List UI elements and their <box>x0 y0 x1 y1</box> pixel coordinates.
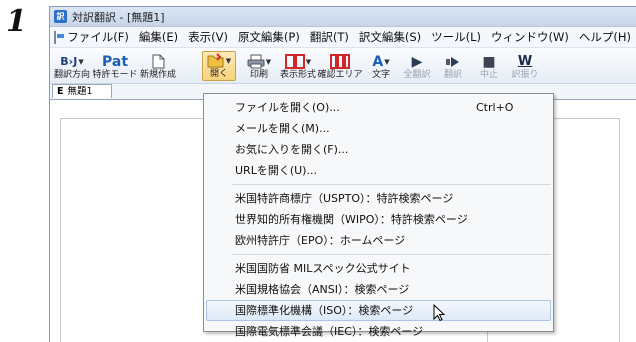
new-document-button[interactable]: 新規作成 <box>138 51 178 81</box>
menu-translate[interactable]: 翻訳(T) <box>305 29 354 45</box>
menu-item-label: お気に入りを開く(F)... <box>235 143 349 156</box>
translate-all-icon: ▶ <box>411 53 423 70</box>
document-tab-label: 無題1 <box>67 86 93 97</box>
text-font-label: 文字 <box>371 70 390 80</box>
confirm-area-button[interactable]: 確認エリア <box>317 51 363 81</box>
app-icon: 訳 <box>54 10 67 23</box>
stop-label: 中止 <box>479 70 498 80</box>
shortcut-label: Ctrl+O <box>476 101 514 114</box>
menu-item-label: ファイルを開く(O)... <box>235 101 340 114</box>
window-title: 対訳翻訳 - [無題1] <box>72 10 165 24</box>
menu-item-open-url[interactable]: URLを開く(U)... <box>204 160 553 181</box>
patent-mode-button[interactable]: Pat 特許モード <box>92 51 138 81</box>
new-document-label: 新規作成 <box>139 70 176 80</box>
menu-tools[interactable]: ツール(L) <box>426 29 486 45</box>
menu-item-label: 世界知的所有権機関（WIPO）：特許検索ページ <box>235 213 468 226</box>
translate-icon <box>445 53 461 70</box>
menu-item-label: 欧州特許庁（EPO）：ホームページ <box>235 234 406 247</box>
ruby-translation-icon: W <box>517 54 533 69</box>
translate-all-button[interactable]: ▶ 全翻訳 <box>400 51 434 81</box>
patent-mode-label: 特許モード <box>92 70 138 80</box>
stop-button[interactable]: ■ 中止 <box>474 51 504 81</box>
ruby-translation-label: 訳振り <box>511 70 539 80</box>
menu-item-mil-spec[interactable]: 米国国防省 MILスペック公式サイト <box>204 258 553 279</box>
menu-separator <box>232 184 551 185</box>
new-document-icon <box>152 53 165 70</box>
menu-target-edit[interactable]: 訳文編集(S) <box>354 29 426 45</box>
menu-view[interactable]: 表示(V) <box>183 29 233 45</box>
ruby-translation-button[interactable]: W 訳振り <box>510 51 540 81</box>
open-dropdown-menu: ファイルを開く(O)... Ctrl+O メールを開く(M)... お気に入りを… <box>203 93 554 338</box>
menu-help[interactable]: ヘルプ(H) <box>574 29 636 45</box>
menu-item-wipo[interactable]: 世界知的所有権機関（WIPO）：特許検索ページ <box>204 209 553 230</box>
menu-item-label: メールを開く(M)... <box>235 122 330 135</box>
print-button[interactable]: ▼ 印刷 <box>242 51 276 81</box>
menu-item-label: 国際標準化機構（ISO）：検索ページ <box>235 304 414 317</box>
translate-button[interactable]: 翻訳 <box>438 51 468 81</box>
text-font-button[interactable]: A ▼ 文字 <box>366 51 396 81</box>
menu-item-label: URLを開く(U)... <box>235 164 317 177</box>
open-button[interactable]: ▼ 開く <box>202 51 236 81</box>
text-font-icon: A ▼ <box>372 53 390 70</box>
document-tab[interactable]: E 無題1 <box>52 84 112 98</box>
open-folder-icon: ▼ <box>207 52 231 69</box>
patent-mode-icon: Pat <box>101 53 129 70</box>
document-menu-icon[interactable] <box>54 30 66 44</box>
menu-item-label: 米国国防省 MILスペック公式サイト <box>235 262 411 275</box>
menu-item-label: 国際電気標準会議（IEC）：検索ページ <box>235 325 424 338</box>
translation-direction-icon: B›J ▼ <box>60 55 84 68</box>
translation-direction-button[interactable]: B›J ▼ 翻訳方向 <box>52 51 92 81</box>
translate-all-label: 全翻訳 <box>403 70 431 80</box>
translation-direction-label: 翻訳方向 <box>53 70 90 80</box>
open-label: 開く <box>209 69 228 79</box>
menu-bar: ファイル(F) 編集(E) 表示(V) 原文編集(P) 翻訳(T) 訳文編集(S… <box>50 27 636 48</box>
menu-item-epo[interactable]: 欧州特許庁（EPO）：ホームページ <box>204 230 553 251</box>
confirm-area-label: 確認エリア <box>317 70 363 80</box>
menu-window[interactable]: ウィンドウ(W) <box>486 29 574 45</box>
step-number: 1 <box>6 4 27 39</box>
menu-item-label: 米国規格協会（ANSI）：検索ページ <box>235 283 410 296</box>
display-format-button[interactable]: ▼ 表示形式 <box>278 51 318 81</box>
menu-item-label: 米国特許商標庁（USPTO）：特許検索ページ <box>235 192 454 205</box>
printer-icon: ▼ <box>247 53 271 70</box>
menu-item-iso[interactable]: 国際標準化機構（ISO）：検索ページ <box>206 300 551 322</box>
confirm-area-icon <box>330 53 350 70</box>
menu-separator <box>232 254 551 255</box>
menu-source-edit[interactable]: 原文編集(P) <box>233 29 305 45</box>
menu-item-open-mail[interactable]: メールを開く(M)... <box>204 118 553 139</box>
stop-icon: ■ <box>482 53 496 70</box>
menu-item-open-favorites[interactable]: お気に入りを開く(F)... <box>204 139 553 160</box>
mouse-cursor-icon <box>433 304 445 322</box>
document-tab-prefix: E <box>57 86 64 97</box>
menu-file[interactable]: ファイル(F) <box>62 29 134 45</box>
menu-item-iec[interactable]: 国際電気標準会議（IEC）：検索ページ <box>204 321 553 342</box>
menu-edit[interactable]: 編集(E) <box>134 29 183 45</box>
toolbar: B›J ▼ 翻訳方向 Pat 特許モード 新規作成 ▼ 開く ▼ 印刷 ▼ 表示… <box>50 48 636 84</box>
translate-label: 翻訳 <box>443 70 462 80</box>
title-bar: 訳 対訳翻訳 - [無題1] <box>50 7 636 27</box>
display-format-label: 表示形式 <box>279 70 316 80</box>
display-format-icon: ▼ <box>284 53 311 70</box>
menu-item-ansi[interactable]: 米国規格協会（ANSI）：検索ページ <box>204 279 553 300</box>
menu-item-uspto[interactable]: 米国特許商標庁（USPTO）：特許検索ページ <box>204 188 553 209</box>
menu-item-open-file[interactable]: ファイルを開く(O)... Ctrl+O <box>204 97 553 118</box>
print-label: 印刷 <box>249 70 268 80</box>
